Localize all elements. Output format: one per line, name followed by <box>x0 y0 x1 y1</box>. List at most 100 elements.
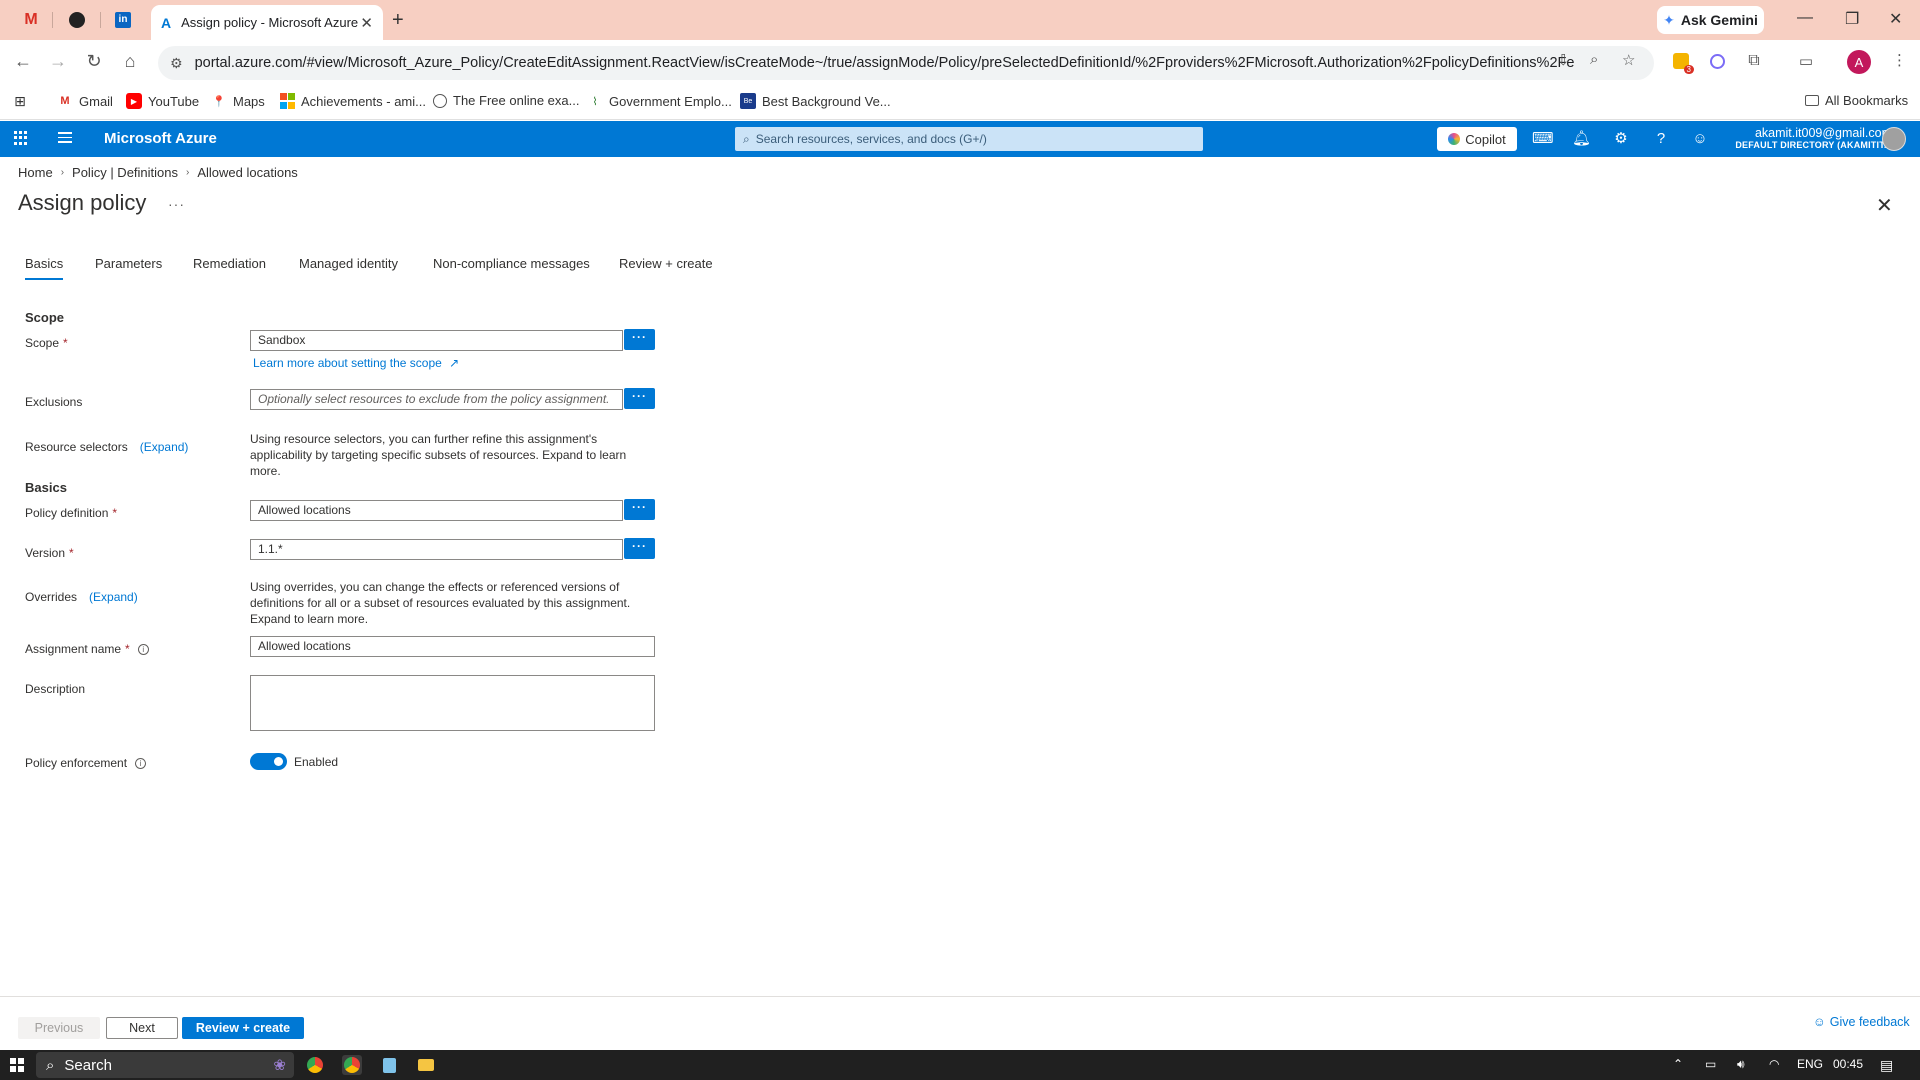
tray-chevron-icon[interactable]: ⌃ <box>1673 1057 1683 1071</box>
ask-gemini-button[interactable]: ✦ Ask Gemini <box>1657 6 1764 34</box>
bookmark-achievements[interactable]: Achievements - ami... <box>279 93 426 109</box>
more-options-icon[interactable]: ··· <box>168 196 185 212</box>
minimize-icon[interactable]: — <box>1797 9 1813 27</box>
exclusions-field[interactable]: Optionally select resources to exclude f… <box>250 389 623 410</box>
file-explorer-taskbar-icon[interactable] <box>416 1055 436 1075</box>
description-textarea[interactable] <box>250 675 655 731</box>
overrides-expand-link[interactable]: (Expand) <box>89 590 138 604</box>
assignment-name-field[interactable]: Allowed locations <box>250 636 655 657</box>
feedback-icon: ☺ <box>1813 1015 1826 1029</box>
windows-start-icon[interactable] <box>10 1058 24 1072</box>
page-title: Assign policy <box>18 190 147 215</box>
close-window-icon[interactable]: ✕ <box>1889 9 1902 29</box>
search-icon: ⌕ <box>46 1056 55 1074</box>
language-indicator[interactable]: ENG <box>1797 1057 1823 1071</box>
bookmark-star-icon[interactable]: ☆ <box>1622 51 1635 69</box>
help-question-icon[interactable]: ? <box>1652 130 1670 148</box>
account-avatar[interactable] <box>1882 127 1906 151</box>
scope-browse-button[interactable]: ··· <box>624 329 655 350</box>
bookmark-label: Best Background Ve... <box>762 93 891 109</box>
previous-button[interactable]: Previous <box>18 1017 100 1039</box>
resource-selectors-expand-link[interactable]: (Expand) <box>140 440 189 454</box>
microsoft-logo-icon <box>279 93 295 109</box>
copilot-button[interactable]: Copilot <box>1437 127 1517 151</box>
address-bar[interactable]: ⚙ portal.azure.com/#view/Microsoft_Azure… <box>158 46 1654 80</box>
policy-definition-browse-button[interactable]: ··· <box>624 499 655 520</box>
volume-icon[interactable]: 🔊︎ <box>1737 1057 1745 1072</box>
tab-review-create[interactable]: Review + create <box>619 256 713 278</box>
breadcrumb-allowed-locations[interactable]: Allowed locations <box>197 165 297 180</box>
forward-icon[interactable]: → <box>46 51 70 72</box>
close-blade-icon[interactable]: ✕ <box>1876 193 1893 218</box>
feedback-icon[interactable]: ☺ <box>1691 130 1709 148</box>
azure-search-input[interactable]: ⌕ Search resources, services, and docs (… <box>735 127 1203 151</box>
breadcrumb-policy-definitions[interactable]: Policy | Definitions <box>72 165 178 180</box>
notepad-taskbar-icon[interactable] <box>379 1055 399 1075</box>
policy-definition-field[interactable]: Allowed locations <box>250 500 623 521</box>
tab-basics[interactable]: Basics <box>25 256 64 280</box>
cloud-shell-icon[interactable]: ⌨ <box>1532 130 1554 148</box>
account-info[interactable]: akamit.it009@gmail.com DEFAULT DIRECTORY… <box>1725 126 1892 150</box>
tab-remediation[interactable]: Remediation <box>193 256 266 278</box>
policy-enforcement-toggle[interactable] <box>250 753 287 770</box>
scope-field[interactable]: Sandbox <box>250 330 623 351</box>
bookmark-maps[interactable]: 📍 Maps <box>211 93 265 109</box>
zoom-icon[interactable]: ⌕ <box>1590 51 1598 68</box>
extension-circle-icon[interactable] <box>1706 50 1728 72</box>
app-launcher-icon[interactable] <box>14 131 28 145</box>
portal-menu-icon[interactable] <box>58 132 72 146</box>
install-app-icon[interactable]: ⇩ <box>1557 51 1570 69</box>
chrome-taskbar-icon[interactable] <box>305 1055 325 1075</box>
home-icon[interactable]: ⌂ <box>118 51 142 72</box>
profile-avatar[interactable]: A <box>1847 50 1871 74</box>
bookmark-free-online-exam[interactable]: The Free online exa... <box>433 93 579 108</box>
reload-icon[interactable]: ↻ <box>82 51 106 72</box>
chrome-menu-icon[interactable]: ⋮ <box>1892 51 1907 69</box>
back-icon[interactable]: ← <box>11 51 35 72</box>
extensions-puzzle-icon[interactable]: ⧉ <box>1743 50 1765 72</box>
breadcrumb-home[interactable]: Home <box>18 165 53 180</box>
notifications-bell-icon[interactable]: 🔔︎ <box>1572 130 1591 148</box>
apps-grid-icon[interactable]: ⊞ <box>12 93 28 109</box>
close-tab-icon[interactable]: ✕ <box>360 14 373 32</box>
bookmark-best-background[interactable]: Be Best Background Ve... <box>740 93 891 109</box>
exclusions-browse-button[interactable]: ··· <box>624 388 655 409</box>
gemini-sparkle-icon: ✦ <box>1663 11 1675 28</box>
version-field[interactable]: 1.1.* <box>250 539 623 560</box>
scope-label-text: Scope <box>25 336 60 350</box>
clock[interactable]: 00:45 <box>1833 1057 1863 1071</box>
github-pinned-tab[interactable] <box>64 8 90 32</box>
notification-center-icon[interactable]: ▤ <box>1880 1057 1893 1074</box>
gmail-pinned-tab[interactable]: M <box>18 8 44 32</box>
tab-non-compliance-messages[interactable]: Non-compliance messages <box>433 256 590 278</box>
active-tab[interactable]: A Assign policy - Microsoft Azure ✕ <box>151 5 383 40</box>
battery-icon[interactable]: ▭ <box>1705 1057 1716 1071</box>
review-create-button[interactable]: Review + create <box>182 1017 304 1039</box>
restore-icon[interactable]: ❐ <box>1845 9 1859 29</box>
extension-badge-icon[interactable]: 3 <box>1670 50 1694 74</box>
side-panel-icon[interactable]: ▭ <box>1795 50 1817 72</box>
version-label: Version * <box>25 546 74 560</box>
info-icon[interactable]: i <box>137 643 149 655</box>
chrome-active-taskbar-icon[interactable] <box>342 1055 362 1075</box>
azure-brand[interactable]: Microsoft Azure <box>104 130 217 147</box>
settings-gear-icon[interactable]: ⚙ <box>1612 130 1630 148</box>
version-browse-button[interactable]: ··· <box>624 538 655 559</box>
tab-parameters[interactable]: Parameters <box>95 256 162 278</box>
taskbar-search-label: Search <box>64 1056 112 1074</box>
bookmark-government-employment[interactable]: ⌇ Government Emplo... <box>587 93 732 109</box>
info-icon[interactable]: i <box>135 757 147 769</box>
browser-toolbar: ← → ↻ ⌂ ⚙ portal.azure.com/#view/Microso… <box>0 40 1920 86</box>
tab-managed-identity[interactable]: Managed identity <box>299 256 398 278</box>
next-button[interactable]: Next <box>106 1017 178 1039</box>
linkedin-pinned-tab[interactable]: in <box>110 8 136 32</box>
all-bookmarks[interactable]: All Bookmarks <box>1805 93 1908 108</box>
new-tab-button[interactable]: + <box>392 9 404 32</box>
site-info-icon[interactable]: ⚙ <box>170 55 183 72</box>
scope-learn-more-link[interactable]: Learn more about setting the scope ↗ <box>253 356 459 370</box>
bookmark-gmail[interactable]: M Gmail <box>57 93 113 109</box>
give-feedback-link[interactable]: ☺ Give feedback <box>1813 1015 1910 1029</box>
wifi-icon[interactable]: ◠ <box>1769 1057 1779 1071</box>
taskbar-search[interactable]: ⌕ Search ❀ <box>36 1052 294 1078</box>
bookmark-youtube[interactable]: ▶ YouTube <box>126 93 199 109</box>
